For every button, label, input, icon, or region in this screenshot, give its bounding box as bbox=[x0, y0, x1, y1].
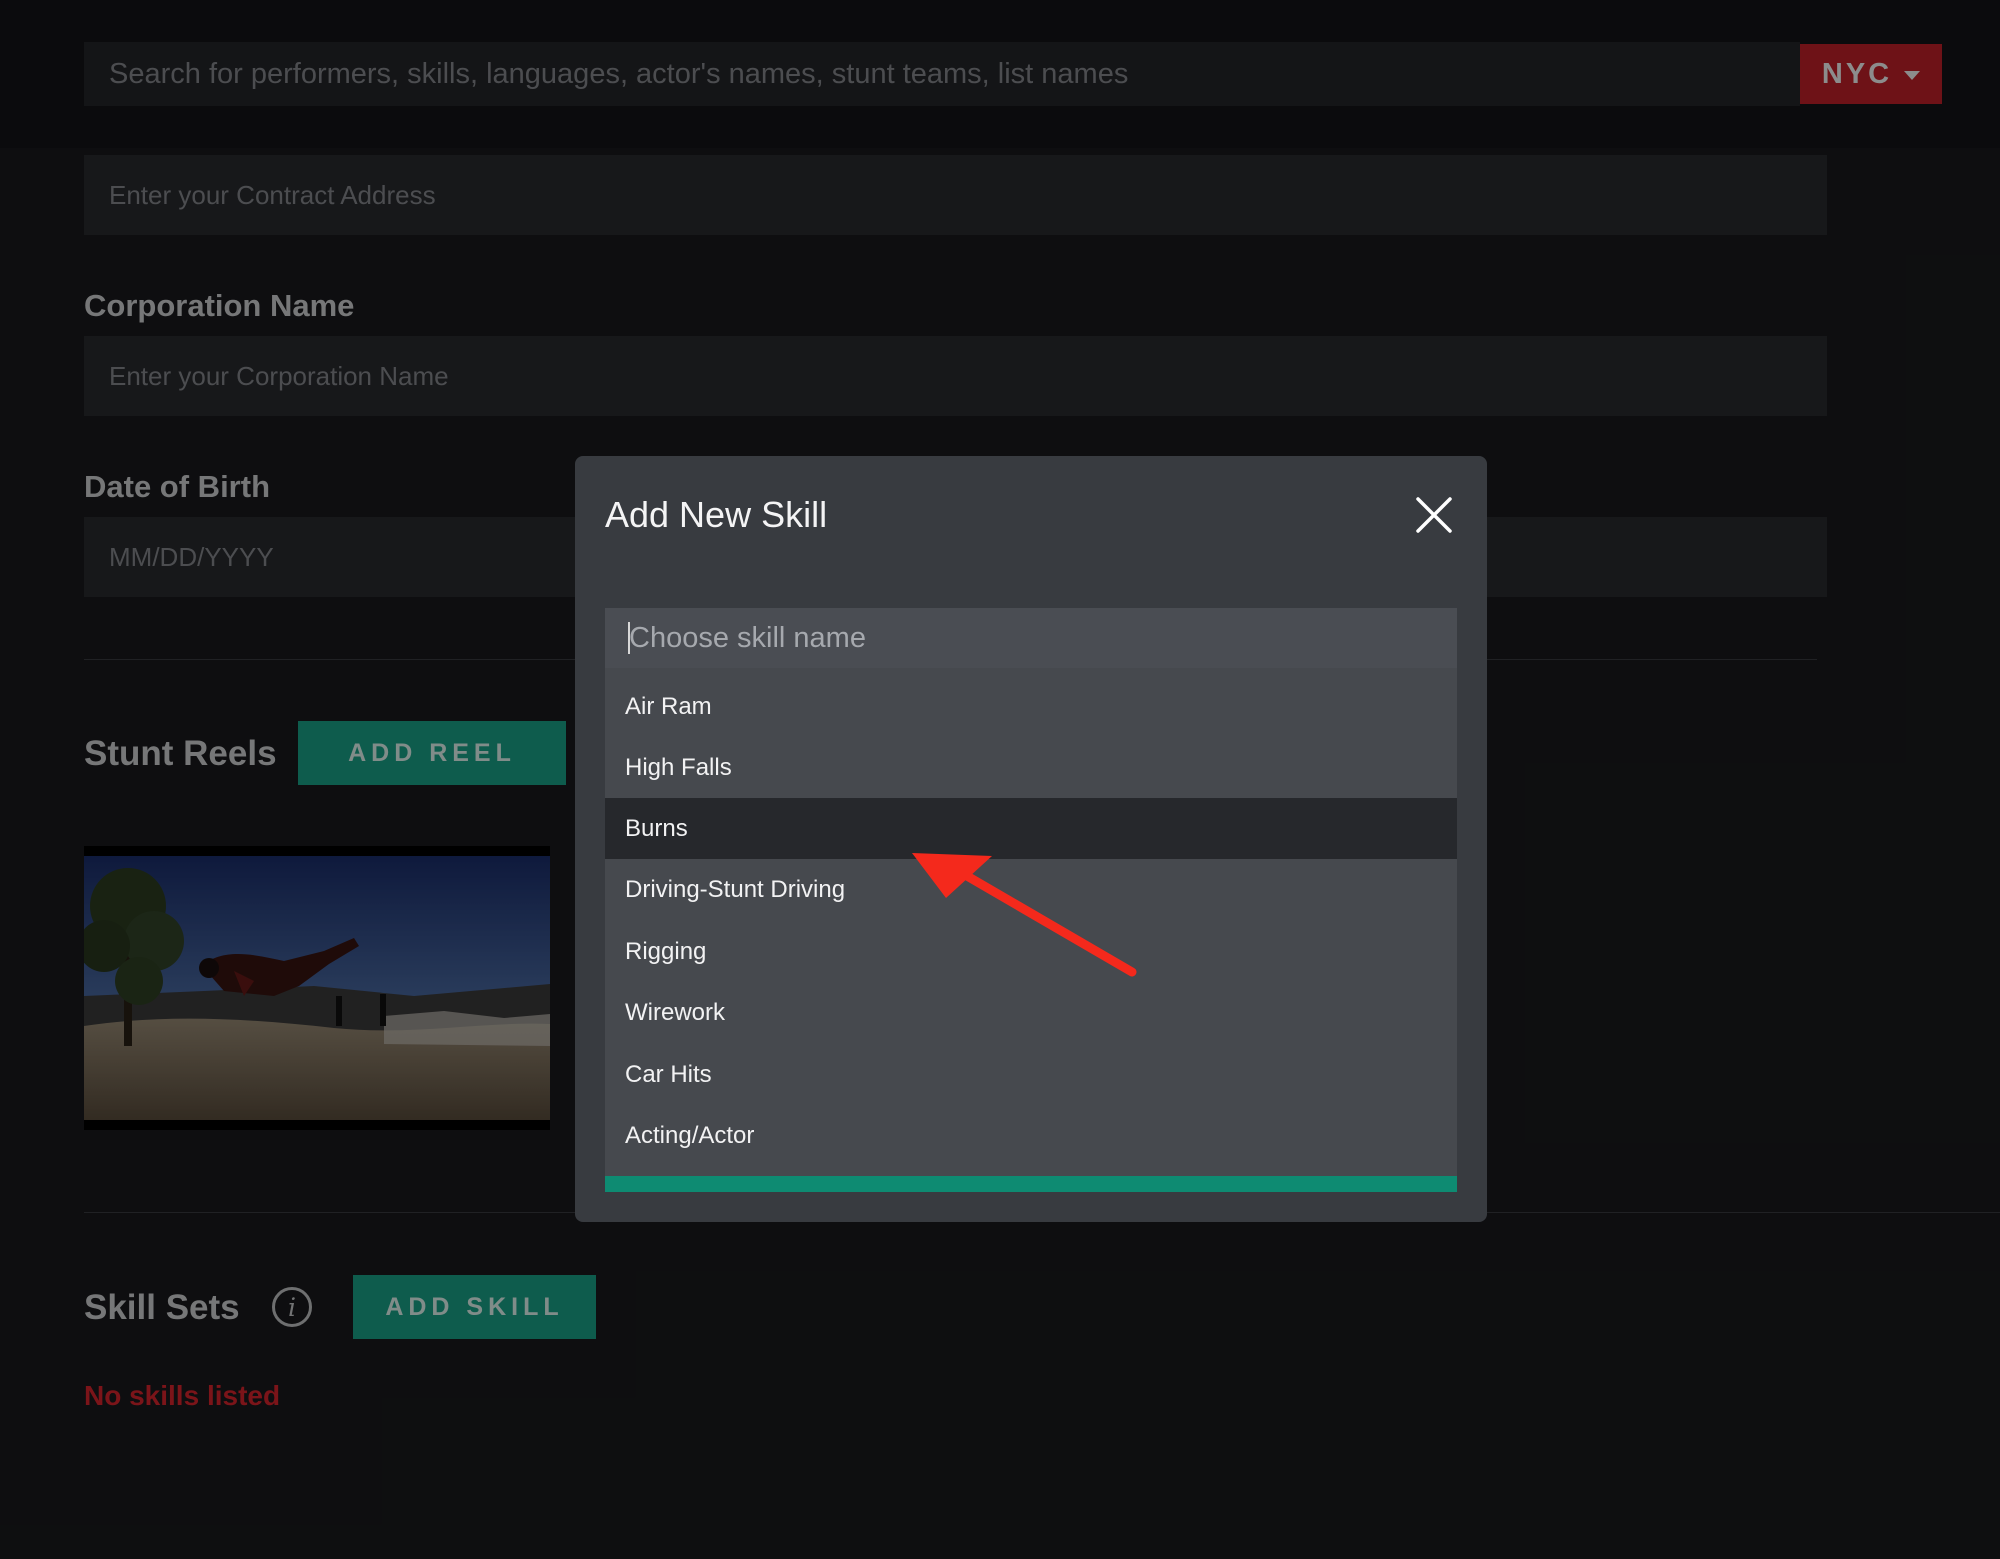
skill-option-wirework[interactable]: Wirework bbox=[605, 982, 1457, 1043]
skill-option-rigging[interactable]: Rigging bbox=[605, 921, 1457, 982]
skill-option-car-hits[interactable]: Car Hits bbox=[605, 1044, 1457, 1105]
page: NYC Corporation Name Date of Birth Stunt… bbox=[0, 0, 2000, 1559]
skill-option-acting-actor[interactable]: Acting/Actor bbox=[605, 1105, 1457, 1166]
list-scroll-indicator bbox=[605, 1176, 1457, 1192]
skill-name-input[interactable] bbox=[605, 608, 1457, 668]
modal-title: Add New Skill bbox=[605, 494, 828, 535]
skill-option-burns[interactable]: Burns bbox=[605, 798, 1457, 859]
skill-option-air-ram[interactable]: Air Ram bbox=[605, 676, 1457, 737]
add-skill-modal: Add New Skill Air Ram High Falls Burns D… bbox=[575, 456, 1487, 1222]
skill-options-list: Air Ram High Falls Burns Driving-Stunt D… bbox=[605, 668, 1457, 1178]
skill-option-high-falls[interactable]: High Falls bbox=[605, 737, 1457, 798]
skill-option-driving-stunt-driving[interactable]: Driving-Stunt Driving bbox=[605, 859, 1457, 920]
text-cursor bbox=[628, 622, 630, 654]
close-icon[interactable] bbox=[1415, 496, 1453, 534]
